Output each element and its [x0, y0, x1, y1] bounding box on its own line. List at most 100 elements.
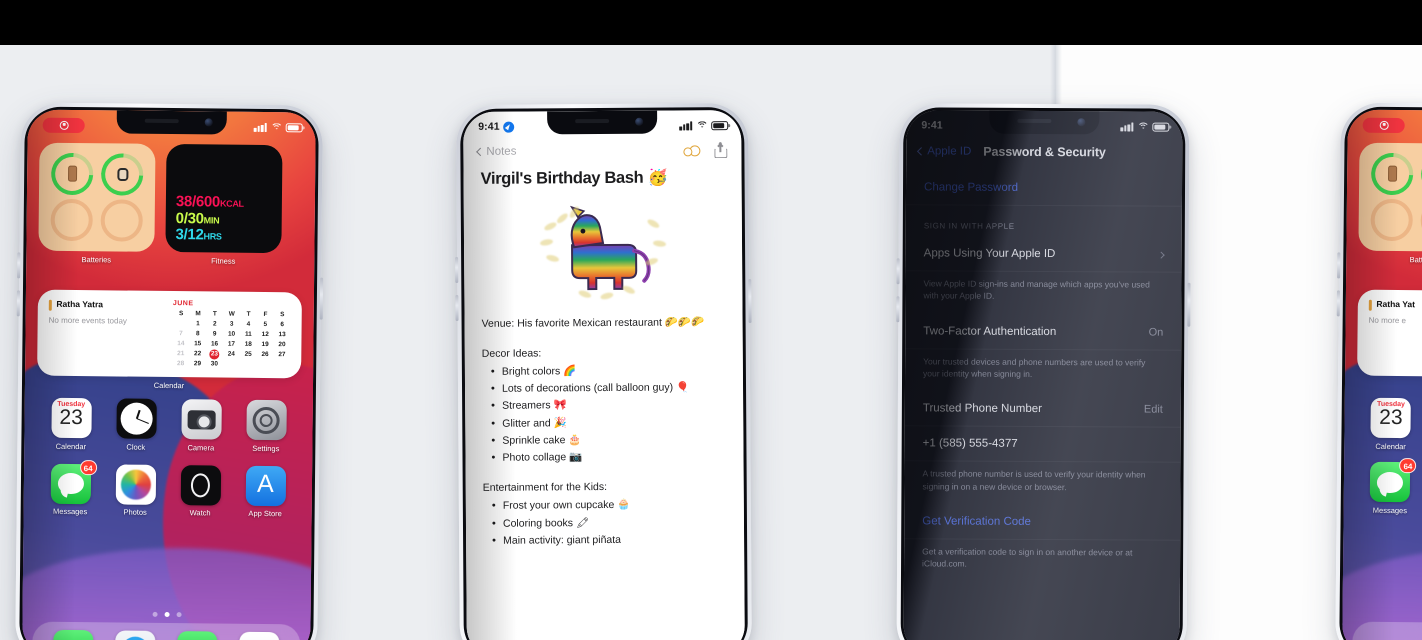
phone-home-screen-partial[interactable]: Batt Ratha Yat No more e Tuesday 23 Cale… [1335, 102, 1422, 640]
dock-safari-icon[interactable] [114, 630, 156, 640]
event-title: Ratha Yatra [56, 298, 104, 310]
earpiece-speaker [575, 118, 610, 124]
status-bar-left: 9:41 [921, 119, 942, 131]
app-watch[interactable]: Watch [177, 464, 224, 518]
app-clock[interactable]: Clock [113, 398, 160, 451]
volume-up-button[interactable] [455, 257, 459, 284]
calendar-subtitle: No more events today [48, 315, 127, 326]
widget-row: Batteries 38/600KCAL 0/30MIN 3/12HRS Fit… [38, 142, 303, 267]
widget-fitness[interactable]: 38/600KCAL 0/30MIN 3/12HRS Fitness [165, 143, 283, 266]
front-camera [204, 118, 213, 127]
note-list-item: Photo collage 📷 [482, 448, 726, 467]
pinata-fringe [538, 200, 669, 301]
record-dot-icon [59, 120, 69, 130]
collaboration-icon[interactable] [683, 143, 701, 158]
widget-calendar[interactable]: Ratha Yatra No more events today JUNE S M… [37, 289, 302, 392]
volume-down-button[interactable] [455, 295, 459, 322]
power-button[interactable] [1187, 282, 1191, 327]
volume-down-button[interactable] [896, 296, 900, 323]
note-list-item: Lots of decorations (call balloon guy) 🎈 [482, 379, 726, 398]
calendar-day: 20 [278, 341, 286, 349]
calendar-day-grid: S M T W T F S 1 2 3 4 5 6 7 8 9 10 11 12 13 14 15 16 17 18 19 20 21… [172, 309, 291, 370]
volume-down-button[interactable] [16, 290, 20, 317]
notes-app: 9:41 Notes Virgil's Birthday Bash 🥳 Venu… [463, 110, 745, 640]
share-icon[interactable] [714, 142, 728, 159]
calendar-day: 6 [280, 321, 285, 329]
volume-down-button[interactable] [1336, 290, 1340, 317]
signal-icon [1120, 121, 1134, 131]
phone-settings-app[interactable]: 9:41 Apple ID Password & Security Change… [896, 103, 1191, 640]
page-dot-1[interactable] [152, 611, 158, 617]
calendar-events: Ratha Yat No more e [1368, 299, 1422, 370]
screen-recording-indicator[interactable] [42, 117, 85, 133]
app-app-store[interactable]: A App Store [242, 465, 289, 518]
app-messages[interactable]: 64 Messages [1367, 458, 1417, 515]
app-calendar[interactable]: Tuesday 23 Calendar [48, 397, 95, 451]
app-label: Calendar [1375, 441, 1406, 451]
app-photos[interactable]: Photos [112, 463, 159, 517]
calendar-day [223, 360, 240, 370]
dock-music-icon[interactable] [238, 631, 280, 640]
phone-screen[interactable]: Batt Ratha Yat No more e Tuesday 23 Cale… [1342, 109, 1422, 640]
battery-ring-empty-2 [100, 199, 143, 242]
page-dot-3[interactable] [176, 612, 182, 618]
settings-row[interactable]: Apps Using Your Apple ID [905, 236, 1182, 273]
note-list-item: Streamers 🎀 [482, 397, 726, 416]
volume-up-button[interactable] [896, 258, 900, 285]
phone-home-screen[interactable]: Batteries 38/600KCAL 0/30MIN 3/12HRS Fit… [15, 102, 324, 640]
event-title: Ratha Yat [1376, 298, 1416, 310]
power-button[interactable] [748, 278, 752, 323]
screen-recording-indicator[interactable] [1362, 117, 1405, 133]
signal-icon [254, 122, 267, 132]
widget-calendar[interactable]: Ratha Yat No more e [1357, 289, 1422, 379]
page-dot-2[interactable] [164, 611, 170, 618]
note-body[interactable]: Virgil's Birthday Bash 🥳 Venue: His favo… [464, 168, 745, 640]
fitness-stand-value: 3/12HRS [175, 226, 271, 244]
calendar-day [256, 360, 273, 370]
signal-icon [679, 120, 693, 130]
settings-row-label: +1 (585) 555-4377 [922, 437, 1018, 451]
widget-batteries[interactable]: Batteries [38, 142, 156, 265]
settings-row-label: Apps Using Your Apple ID [923, 247, 1056, 261]
event-color-bar [1368, 299, 1372, 311]
power-button[interactable] [319, 277, 324, 320]
app-label: Photos [123, 507, 147, 517]
calendar-card: Ratha Yat No more e [1357, 289, 1422, 379]
dock-phone-icon[interactable]: ✆ [176, 631, 218, 640]
fitness-move-number: 38/600 [175, 193, 221, 211]
note-image[interactable] [481, 197, 726, 304]
calendar-day: 30 [210, 360, 218, 368]
note-venue: Venue: His favorite Mexican restaurant 🌮… [481, 316, 705, 330]
camera-icon [180, 399, 222, 440]
note-kids-list: Frost your own cupcake 🧁Coloring books 🖍… [483, 496, 727, 549]
calendar-day: 7 [179, 330, 183, 338]
calendar-day: 29 [193, 360, 202, 368]
phone-notes-app[interactable]: 9:41 Notes Virgil's Birthday Bash 🥳 Venu… [455, 102, 752, 640]
back-button[interactable]: Apple ID [916, 145, 972, 158]
phone-screen[interactable]: Batteries 38/600KCAL 0/30MIN 3/12HRS Fit… [22, 109, 316, 640]
back-button[interactable]: Notes [476, 146, 516, 158]
back-label: Apple ID [927, 145, 972, 158]
settings-row[interactable]: Two-Factor Authentication On [905, 313, 1182, 351]
app-messages[interactable]: 64 Messages [47, 459, 97, 516]
earpiece-speaker [144, 118, 179, 124]
calendar-day: 27 [278, 351, 286, 359]
app-camera[interactable]: Camera [178, 399, 225, 452]
app-calendar[interactable]: Tuesday 23 Calendar [1368, 397, 1415, 451]
phone-screen[interactable]: 9:41 Notes Virgil's Birthday Bash 🥳 Venu… [463, 110, 745, 640]
widget-batteries[interactable]: Batt [1358, 142, 1422, 265]
volume-up-button[interactable] [1337, 252, 1341, 279]
phone-screen[interactable]: 9:41 Apple ID Password & Security Change… [903, 110, 1183, 640]
settings-row[interactable]: Trusted Phone Number Edit [904, 391, 1181, 428]
note-list-item: Coloring books 🖍 [483, 514, 727, 533]
settings-row[interactable]: Get Verification Code [904, 504, 1181, 541]
settings-row[interactable]: Change Password [905, 170, 1183, 207]
volume-up-button[interactable] [17, 252, 21, 279]
app-grid: Tuesday 23 Calendar [1358, 397, 1422, 453]
calendar-day: 13 [278, 331, 286, 339]
calendar-day: 14 [177, 340, 185, 348]
settings-section-header: SIGN IN WITH APPLE [923, 221, 1015, 231]
calendar-dow: T [212, 310, 217, 318]
dock-messages-icon[interactable] [53, 629, 94, 640]
app-settings[interactable]: Settings [243, 399, 290, 453]
